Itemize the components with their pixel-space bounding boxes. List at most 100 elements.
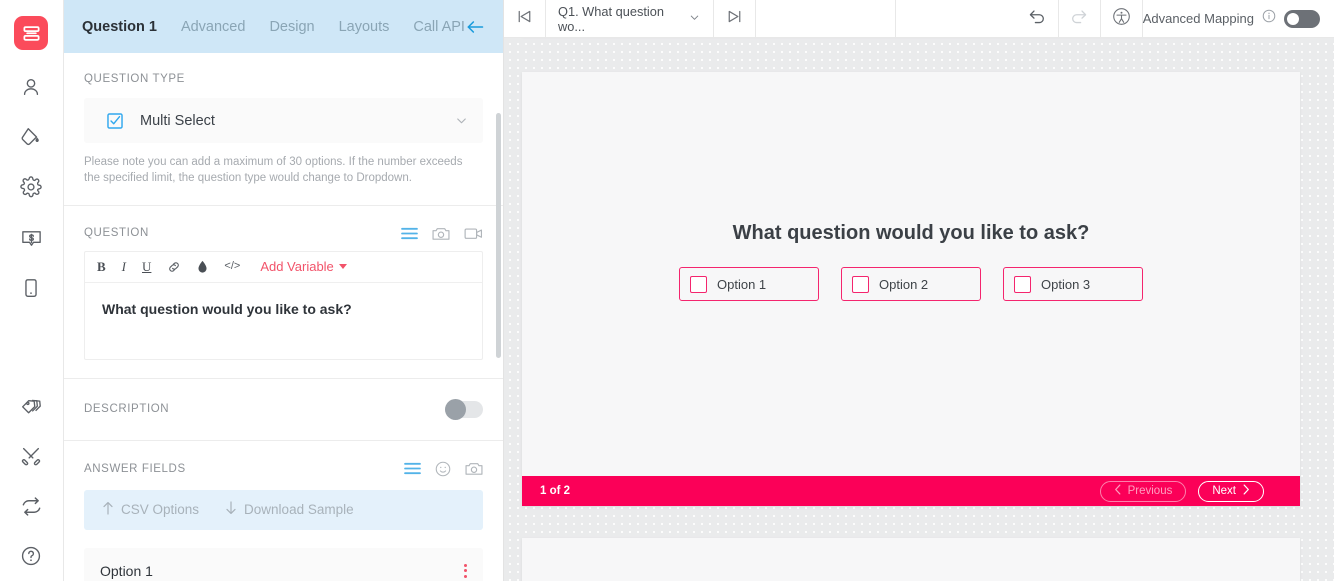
skip-to-first-icon bbox=[516, 9, 533, 29]
code-button[interactable]: </> bbox=[224, 261, 240, 272]
camera-icon[interactable] bbox=[465, 461, 483, 476]
gear-icon bbox=[20, 176, 42, 198]
preview-option-1[interactable]: Option 1 bbox=[679, 267, 819, 301]
sidebar-item-tags[interactable] bbox=[14, 389, 48, 423]
question-section-header: QUESTION bbox=[84, 226, 483, 241]
tab-design[interactable]: Design bbox=[269, 19, 314, 35]
question-type-dropdown[interactable]: Multi Select bbox=[84, 98, 483, 143]
question-selector-value: Q1. What question wo... bbox=[558, 3, 664, 34]
preview-option-3[interactable]: Option 3 bbox=[1003, 267, 1143, 301]
add-variable-label: Add Variable bbox=[260, 259, 334, 275]
question-label: QUESTION bbox=[84, 227, 149, 240]
sidebar-item-user[interactable] bbox=[14, 70, 48, 104]
kebab-menu-icon[interactable] bbox=[464, 563, 467, 578]
previous-label: Previous bbox=[1127, 485, 1173, 497]
underline-button[interactable]: U bbox=[142, 260, 151, 273]
skip-to-last-icon bbox=[726, 9, 743, 29]
preview-toolbar: Q1. What question wo... Advanced Mapping bbox=[504, 0, 1334, 38]
checkbox-empty-icon[interactable] bbox=[852, 275, 869, 293]
preview-nav-buttons: Previous Next bbox=[1099, 480, 1264, 502]
description-section-header: DESCRIPTION bbox=[84, 398, 483, 420]
toggle-knob bbox=[1287, 12, 1299, 25]
question-text[interactable]: What question would you like to ask? bbox=[85, 283, 482, 359]
preview-option-label: Option 3 bbox=[1041, 276, 1091, 292]
info-circle-icon[interactable] bbox=[1262, 9, 1276, 28]
app-root: Question 1 Advanced Design Layouts Call … bbox=[0, 0, 1334, 581]
tab-question-1[interactable]: Question 1 bbox=[82, 19, 157, 35]
toolbar-gap bbox=[756, 0, 896, 37]
question-rich-text-editor[interactable]: B I U </> Add Variable What question wou… bbox=[84, 250, 483, 360]
undo-button[interactable] bbox=[1017, 0, 1059, 37]
checkbox-empty-icon[interactable] bbox=[690, 275, 707, 293]
answer-fields-tools bbox=[404, 461, 483, 477]
ink-drop-icon[interactable] bbox=[197, 260, 208, 274]
answer-option-row[interactable]: Option 1 bbox=[84, 547, 483, 581]
tab-layouts[interactable]: Layouts bbox=[339, 19, 390, 35]
panel-scroll-area: QUESTION TYPE Multi Select Please note y… bbox=[64, 53, 503, 581]
redo-button[interactable] bbox=[1059, 0, 1101, 37]
emoji-icon[interactable] bbox=[435, 461, 451, 477]
description-toggle[interactable] bbox=[445, 398, 483, 420]
upload-arrow-icon bbox=[102, 501, 114, 518]
answer-fields-section: ANSWER FIELDS CSV Options Download Sampl… bbox=[64, 441, 503, 530]
checkbox-checked-icon bbox=[106, 112, 124, 130]
caret-down-icon bbox=[338, 264, 347, 270]
toggle-knob bbox=[445, 398, 466, 420]
tab-call-api[interactable]: Call API bbox=[413, 19, 465, 35]
go-to-last-question-button[interactable] bbox=[714, 0, 756, 37]
page-indicator: 1 of 2 bbox=[540, 485, 571, 497]
italic-button[interactable]: I bbox=[122, 260, 126, 273]
user-icon bbox=[20, 76, 42, 98]
preview-option-2[interactable]: Option 2 bbox=[841, 267, 981, 301]
previous-button[interactable]: Previous bbox=[1099, 480, 1187, 502]
tag-icon bbox=[20, 395, 43, 418]
sidebar-item-settings[interactable] bbox=[14, 170, 48, 204]
download-sample-button[interactable]: Download Sample bbox=[225, 501, 354, 518]
checkbox-empty-icon[interactable] bbox=[1014, 275, 1031, 293]
preview-option-label: Option 2 bbox=[879, 276, 929, 292]
sidebar-item-theme[interactable] bbox=[14, 120, 48, 154]
add-variable-button[interactable]: Add Variable bbox=[260, 259, 347, 275]
next-button[interactable]: Next bbox=[1198, 480, 1264, 502]
survey-logo-icon[interactable] bbox=[14, 16, 48, 50]
tab-advanced[interactable]: Advanced bbox=[181, 19, 246, 35]
sidebar-item-mobile[interactable] bbox=[14, 271, 48, 305]
answer-fields-header: ANSWER FIELDS bbox=[84, 461, 483, 477]
preview-card-body: What question would you like to ask? Opt… bbox=[522, 72, 1300, 476]
question-type-section: QUESTION TYPE Multi Select Please note y… bbox=[64, 53, 503, 206]
advanced-mapping-label: Advanced Mapping bbox=[1142, 11, 1254, 26]
accessibility-button[interactable] bbox=[1101, 0, 1143, 37]
preview-canvas: What question would you like to ask? Opt… bbox=[504, 38, 1334, 581]
chevron-left-icon bbox=[1114, 484, 1122, 498]
paint-bucket-icon bbox=[20, 126, 42, 148]
camera-icon[interactable] bbox=[432, 226, 450, 241]
list-icon[interactable] bbox=[404, 462, 421, 475]
sidebar-item-tools[interactable] bbox=[14, 439, 48, 473]
description-label: DESCRIPTION bbox=[84, 403, 170, 416]
question-tools bbox=[401, 226, 483, 241]
preview-options-list: Option 1 Option 2 Option 3 bbox=[522, 267, 1300, 301]
panel-scrollbar[interactable] bbox=[496, 113, 501, 358]
advanced-mapping-group: Advanced Mapping bbox=[1143, 0, 1334, 37]
bold-button[interactable]: B bbox=[97, 260, 106, 273]
csv-options-button[interactable]: CSV Options bbox=[102, 501, 199, 518]
arrow-left-icon[interactable] bbox=[465, 19, 485, 35]
question-section: QUESTION B I U </> Add Variable What que… bbox=[64, 206, 503, 379]
link-icon[interactable] bbox=[167, 260, 181, 274]
list-icon[interactable] bbox=[401, 227, 418, 240]
description-section: DESCRIPTION bbox=[64, 379, 503, 441]
sidebar-item-sync[interactable] bbox=[14, 489, 48, 523]
preview-pane: Q1. What question wo... Advanced Mapping… bbox=[504, 0, 1334, 581]
preview-card-current: What question would you like to ask? Opt… bbox=[522, 72, 1300, 506]
advanced-mapping-toggle[interactable] bbox=[1284, 9, 1320, 28]
video-icon[interactable] bbox=[464, 226, 483, 241]
chevron-right-icon bbox=[1242, 484, 1250, 498]
question-selector-dropdown[interactable]: Q1. What question wo... bbox=[546, 0, 714, 37]
sidebar-item-help[interactable] bbox=[14, 539, 48, 573]
preview-card-footer: 1 of 2 Previous Next bbox=[522, 476, 1300, 506]
help-circle-icon bbox=[20, 545, 42, 567]
download-arrow-icon bbox=[225, 501, 237, 518]
sidebar-item-billing[interactable] bbox=[14, 221, 48, 255]
go-to-first-question-button[interactable] bbox=[504, 0, 546, 37]
undo-icon bbox=[1028, 8, 1046, 29]
